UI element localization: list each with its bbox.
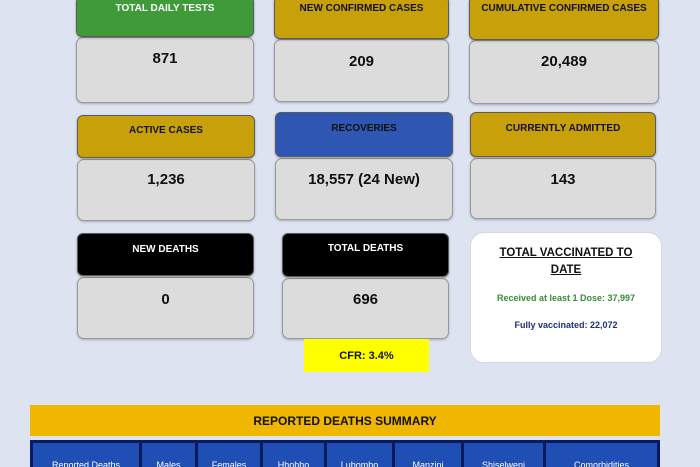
column-header-comorbidities: Comorbidities xyxy=(546,443,657,467)
column-header-lubombo: Lubombo xyxy=(327,443,392,467)
currently-admitted-value: 143 xyxy=(470,158,656,219)
total-daily-tests-value: 871 xyxy=(76,37,254,103)
recoveries-value: 18,557 (24 New) xyxy=(275,158,453,220)
total-daily-tests-card: TOTAL DAILY TESTS 871 xyxy=(76,0,254,103)
cumulative-confirmed-cases-value: 20,489 xyxy=(469,40,659,104)
new-deaths-label: NEW DEATHS xyxy=(77,233,254,276)
vaccination-full-text: Fully vaccinated: 22,072 xyxy=(514,320,618,330)
cfr-badge: CFR: 3.4% xyxy=(304,339,429,372)
vaccination-summary-box: TOTAL VACCINATED TO DATE Received at lea… xyxy=(470,232,662,363)
column-header-females: Females xyxy=(198,443,260,467)
vaccination-dose1-text: Received at least 1 Dose: 37,997 xyxy=(496,293,636,303)
active-cases-value: 1,236 xyxy=(77,159,255,221)
new-deaths-value: 0 xyxy=(77,277,254,339)
column-header-manzini: Manzini xyxy=(395,443,461,467)
reported-deaths-summary-title: REPORTED DEATHS SUMMARY xyxy=(30,405,660,436)
total-daily-tests-label: TOTAL DAILY TESTS xyxy=(76,0,254,37)
column-header-reported-deaths: Reported Deaths xyxy=(33,443,139,467)
total-deaths-label: TOTAL DEATHS xyxy=(282,233,449,277)
column-header-males: Males xyxy=(142,443,195,467)
recoveries-card: RECOVERIES 18,557 (24 New) xyxy=(275,112,453,220)
new-confirmed-cases-value: 209 xyxy=(274,39,449,102)
currently-admitted-label: CURRENTLY ADMITTED xyxy=(470,112,656,157)
new-confirmed-cases-card: NEW CONFIRMED CASES 209 xyxy=(274,0,449,102)
reported-deaths-table-header: Reported Deaths Males Females Hhohho Lub… xyxy=(30,440,660,467)
active-cases-card: ACTIVE CASES 1,236 xyxy=(77,115,255,221)
total-deaths-card: TOTAL DEATHS 696 xyxy=(282,233,449,339)
column-header-shiselweni: Shiselweni xyxy=(464,443,543,467)
cumulative-confirmed-cases-label: CUMULATIVE CONFIRMED CASES xyxy=(469,0,659,40)
recoveries-label: RECOVERIES xyxy=(275,112,453,157)
new-confirmed-cases-label: NEW CONFIRMED CASES xyxy=(274,0,449,39)
new-deaths-card: NEW DEATHS 0 xyxy=(77,233,254,339)
active-cases-label: ACTIVE CASES xyxy=(77,115,255,158)
currently-admitted-card: CURRENTLY ADMITTED 143 xyxy=(470,112,656,219)
cumulative-confirmed-cases-card: CUMULATIVE CONFIRMED CASES 20,489 xyxy=(469,0,659,104)
column-header-hhohho: Hhohho xyxy=(263,443,324,467)
vaccination-title: TOTAL VACCINATED TO DATE xyxy=(499,247,633,276)
total-deaths-value: 696 xyxy=(282,278,449,339)
